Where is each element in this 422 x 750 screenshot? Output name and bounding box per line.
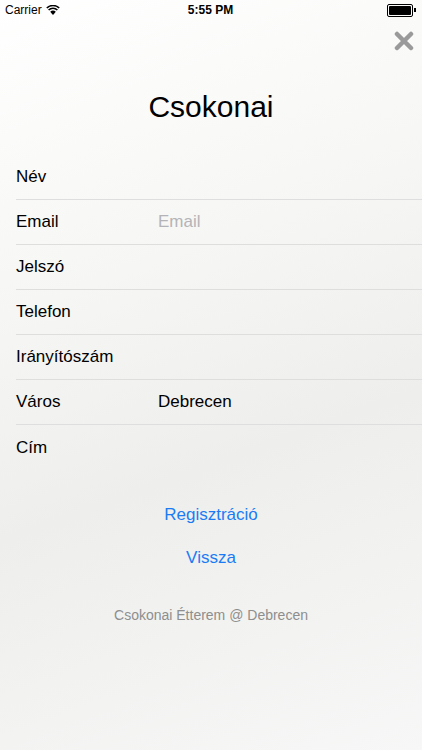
text-field[interactable]: [158, 437, 422, 459]
text-field[interactable]: [158, 166, 422, 188]
close-icon[interactable]: [394, 31, 414, 51]
form-row: Email Email: [16, 200, 422, 245]
text-field[interactable]: [158, 346, 422, 368]
wifi-icon: [46, 5, 60, 15]
registration-screen: Carrier 5:55 PM Csokonai Név Email Email…: [0, 0, 422, 750]
form-row: Jelszó: [16, 245, 422, 290]
field-label: Cím: [16, 438, 158, 458]
field-label: Név: [16, 167, 158, 187]
battery-icon: [387, 4, 413, 17]
status-bar: Carrier 5:55 PM: [0, 0, 422, 20]
text-field[interactable]: Debrecen: [158, 391, 422, 413]
text-field[interactable]: [158, 256, 422, 278]
text-field[interactable]: Email: [158, 211, 422, 233]
form-row: Város Debrecen: [16, 380, 422, 425]
footer-text: Csokonai Étterem @ Debrecen: [0, 606, 422, 624]
registration-form: Név Email Email Jelszó Telefon Irányítósz…: [0, 155, 422, 470]
form-row: Irányítószám: [16, 335, 422, 380]
field-label: Email: [16, 212, 158, 232]
form-row: Cím: [16, 425, 422, 470]
app-title: Csokonai: [0, 89, 422, 125]
field-label: Jelszó: [16, 257, 158, 277]
field-label: Telefon: [16, 302, 158, 322]
form-row: Név: [16, 155, 422, 200]
register-button[interactable]: Regisztráció: [156, 504, 266, 526]
field-label: Város: [16, 392, 158, 412]
field-label: Irányítószám: [16, 347, 158, 367]
text-field[interactable]: [158, 301, 422, 323]
back-button[interactable]: Vissza: [178, 547, 244, 569]
form-row: Telefon: [16, 290, 422, 335]
carrier-label: Carrier: [5, 3, 42, 17]
clock: 5:55 PM: [188, 3, 233, 17]
